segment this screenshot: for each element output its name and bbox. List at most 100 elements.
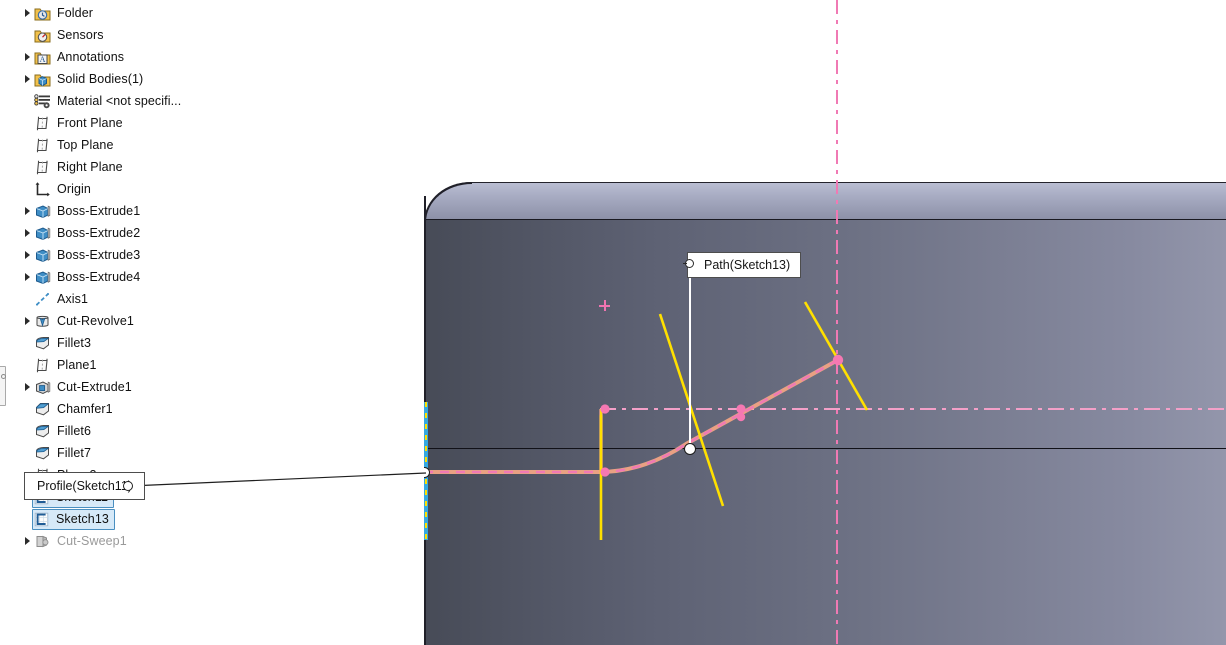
expand-arrow-icon[interactable] — [21, 222, 34, 244]
cut-revolve-icon — [34, 313, 51, 330]
tree-item-wrapper[interactable]: Cut-Extrude1 — [34, 376, 132, 398]
tree-item-wrapper[interactable]: Cut-Sweep1 — [34, 530, 127, 552]
material-icon — [34, 93, 51, 110]
tree-item-label: Cut-Extrude1 — [57, 380, 132, 394]
tree-item-annotations[interactable]: A Annotations — [0, 46, 124, 68]
graphics-viewport[interactable]: Path(Sketch13) — [424, 0, 1226, 645]
tree-item-wrapper[interactable]: Fillet6 — [34, 420, 91, 442]
profile-callout-anchor-icon — [123, 481, 133, 491]
expand-arrow-icon[interactable] — [21, 2, 34, 24]
tree-item-boss-extrude1[interactable]: Boss-Extrude1 — [0, 200, 140, 222]
expand-arrow-icon[interactable] — [21, 266, 34, 288]
tree-item-sensors[interactable]: Sensors — [0, 24, 104, 46]
tree-item-top-plane[interactable]: Top Plane — [0, 134, 114, 156]
tree-item-wrapper[interactable]: Material <not specifi... — [34, 90, 181, 112]
origin-icon — [34, 181, 51, 198]
expand-arrow-icon[interactable] — [21, 376, 34, 398]
tree-item-wrapper[interactable]: Chamfer1 — [34, 398, 113, 420]
tree-item-wrapper[interactable]: Top Plane — [34, 134, 114, 156]
tree-item-label: Solid Bodies(1) — [57, 72, 144, 86]
tree-item-solid-bodies-1[interactable]: Solid Bodies(1) — [0, 68, 143, 90]
expand-arrow-icon[interactable] — [21, 68, 34, 90]
tree-item-label: Folder — [57, 6, 94, 20]
tree-item-wrapper[interactable]: Right Plane — [34, 156, 123, 178]
tree-item-label: Sketch13 — [56, 512, 109, 526]
tree-item-wrapper[interactable]: Axis1 — [34, 288, 88, 310]
fillet-icon — [34, 445, 51, 462]
sketch-point-upper-right[interactable] — [832, 354, 844, 366]
expand-arrow-icon[interactable] — [21, 244, 34, 266]
panel-splitter-handle[interactable] — [0, 366, 6, 406]
tree-item-origin[interactable]: Origin — [0, 178, 91, 200]
feature-manager-tree[interactable]: Folder Sensors A Annotations Solid Bodies(1)… — [0, 0, 424, 645]
tree-item-wrapper[interactable]: Boss-Extrude3 — [34, 244, 140, 266]
tree-item-boss-extrude2[interactable]: Boss-Extrude2 — [0, 222, 140, 244]
tree-item-axis1[interactable]: Axis1 — [0, 288, 88, 310]
tree-item-wrapper[interactable]: Front Plane — [34, 112, 123, 134]
expand-arrow-icon[interactable] — [21, 46, 34, 68]
tree-item-wrapper[interactable]: Cut-Revolve1 — [34, 310, 134, 332]
cut-sweep-icon — [34, 533, 51, 550]
tree-item-boss-extrude3[interactable]: Boss-Extrude3 — [0, 244, 140, 266]
path-callout-label: Path(Sketch13) — [704, 258, 791, 272]
tree-item-wrapper[interactable]: Fillet3 — [34, 332, 91, 354]
tree-item-plane1[interactable]: Plane1 — [0, 354, 97, 376]
tree-item-label: Boss-Extrude1 — [57, 204, 141, 218]
tree-item-wrapper[interactable]: Folder — [34, 2, 93, 24]
tree-item-wrapper[interactable]: Sensors — [34, 24, 104, 46]
leader-segment — [129, 472, 427, 487]
tree-item-wrapper[interactable]: Boss-Extrude4 — [34, 266, 140, 288]
tree-item-cut-revolve1[interactable]: Cut-Revolve1 — [0, 310, 134, 332]
profile-tooltip-leader-line — [129, 472, 427, 487]
tree-item-label: Top Plane — [57, 138, 114, 152]
tree-item-wrapper[interactable]: Solid Bodies(1) — [34, 68, 143, 90]
tree-item-fillet3[interactable]: Fillet3 — [0, 332, 91, 354]
tree-item-selected-wrapper[interactable]: Sketch13 — [32, 508, 115, 530]
tree-item-front-plane[interactable]: Front Plane — [0, 112, 123, 134]
plane-icon — [34, 115, 51, 132]
history-folder-icon — [34, 5, 51, 22]
sketch-point-left-lower[interactable] — [600, 467, 610, 477]
expand-arrow-icon[interactable] — [21, 530, 34, 552]
tree-item-boss-extrude4[interactable]: Boss-Extrude4 — [0, 266, 140, 288]
tree-item-wrapper[interactable]: Boss-Extrude1 — [34, 200, 140, 222]
tree-item-label: Fillet6 — [57, 424, 92, 438]
plane-icon — [34, 357, 51, 374]
tree-item-chamfer1[interactable]: Chamfer1 — [0, 398, 113, 420]
tree-item-label: Front Plane — [57, 116, 123, 130]
solid-bodies-icon — [34, 71, 51, 88]
tree-item-fillet7[interactable]: Fillet7 — [0, 442, 91, 464]
expand-arrow-icon[interactable] — [21, 310, 34, 332]
tree-item-sketch13[interactable]: Sketch13 — [0, 508, 115, 530]
tree-item-wrapper[interactable]: Plane1 — [34, 354, 97, 376]
tree-item-wrapper[interactable]: Fillet7 — [34, 442, 91, 464]
tree-item-wrapper[interactable]: Boss-Extrude2 — [34, 222, 140, 244]
tree-item-cut-sweep1[interactable]: Cut-Sweep1 — [0, 530, 127, 552]
expand-arrow-icon[interactable] — [21, 200, 34, 222]
boss-extrude-icon — [34, 203, 51, 220]
tree-item-label: Annotations — [57, 50, 125, 64]
tree-item-right-plane[interactable]: Right Plane — [0, 156, 123, 178]
tree-item-wrapper[interactable]: Origin — [34, 178, 91, 200]
tree-item-folder[interactable]: Folder — [0, 2, 93, 24]
tree-item-label: Material <not specifi... — [57, 94, 182, 108]
sketch-point-mid-lower[interactable] — [736, 412, 746, 422]
sketch-geometry-overlay — [424, 301, 869, 540]
tree-item-label: Fillet7 — [57, 446, 92, 460]
path-callout[interactable]: Path(Sketch13) — [687, 252, 802, 278]
tree-item-wrapper[interactable]: A Annotations — [34, 46, 124, 68]
sketch-point-left-upper[interactable] — [600, 404, 610, 414]
tree-item-fillet6[interactable]: Fillet6 — [0, 420, 91, 442]
tree-item-label: Plane1 — [57, 358, 97, 372]
sketch-point-mid[interactable] — [736, 404, 746, 414]
tree-item-cut-extrude1[interactable]: Cut-Extrude1 — [0, 376, 132, 398]
tree-item-material-not-specifi[interactable]: Material <not specifi... — [0, 90, 181, 112]
profile-callout-label: Profile(Sketch11) — [37, 479, 132, 493]
